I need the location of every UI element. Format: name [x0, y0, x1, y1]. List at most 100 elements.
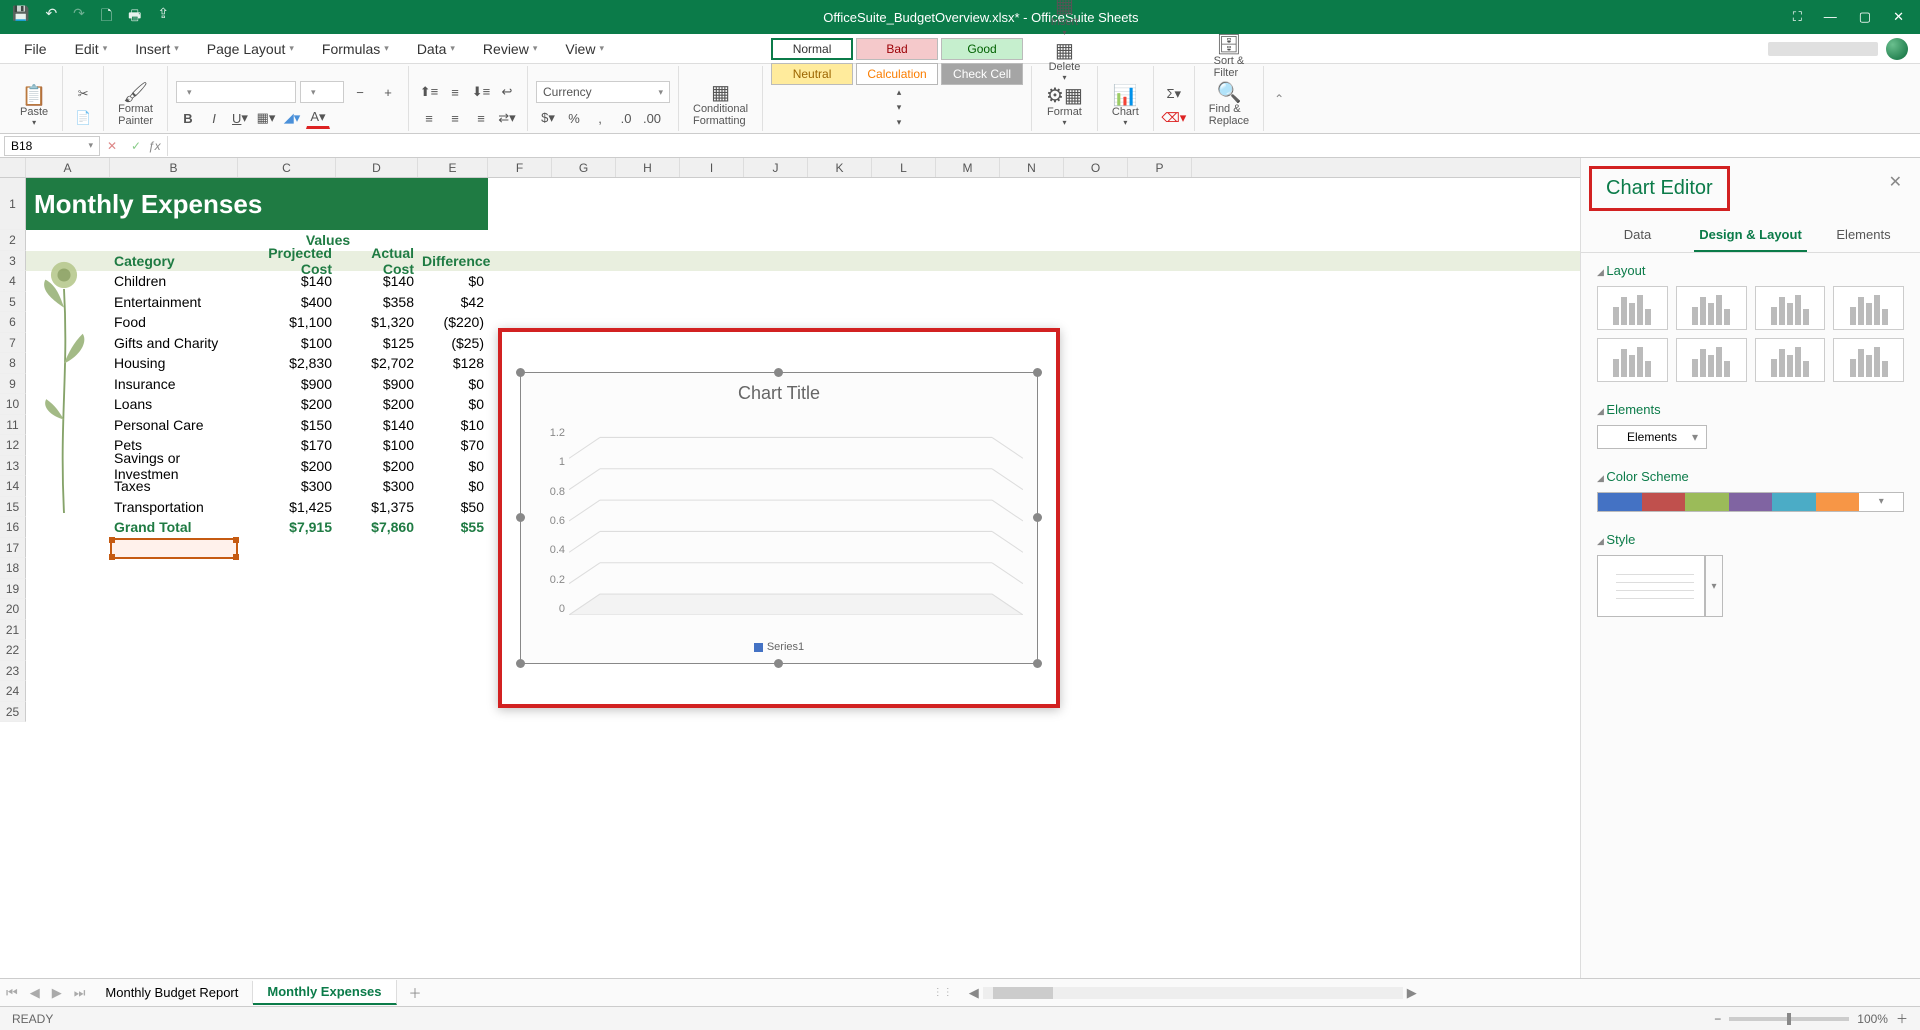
hscroll-track[interactable] [983, 987, 1403, 999]
col-header-B[interactable]: B [110, 158, 238, 177]
menu-page-layout[interactable]: Page Layout ▾ [193, 41, 308, 57]
delete-cells-button[interactable]: ▦Delete▾ [1043, 39, 1087, 84]
font-name-combo[interactable] [176, 81, 296, 103]
col-header-J[interactable]: J [744, 158, 808, 177]
selected-cell[interactable] [110, 538, 238, 559]
save-icon[interactable]: 💾 [12, 5, 29, 29]
layout-thumb[interactable] [1597, 338, 1668, 382]
avatar[interactable] [1886, 38, 1908, 60]
color-swatch[interactable] [1642, 493, 1686, 511]
col-header-P[interactable]: P [1128, 158, 1192, 177]
row-header[interactable]: 22 [0, 640, 26, 661]
font-color-button[interactable]: A▾ [306, 107, 330, 129]
align-left-icon[interactable]: ≡ [417, 107, 441, 129]
menu-insert[interactable]: Insert ▾ [121, 41, 193, 57]
align-right-icon[interactable]: ≡ [469, 107, 493, 129]
row-header[interactable]: 15 [0, 497, 26, 518]
col-header-D[interactable]: D [336, 158, 418, 177]
color-swatch[interactable] [1729, 493, 1773, 511]
row-header[interactable]: 23 [0, 661, 26, 682]
accept-formula-icon[interactable]: ✓ [124, 139, 148, 153]
layout-thumb[interactable] [1597, 286, 1668, 330]
row-header[interactable]: 13 [0, 456, 26, 477]
sheet-nav-last-icon[interactable]: ⏭ [68, 985, 92, 1001]
row-header[interactable]: 24 [0, 681, 26, 702]
minimize-icon[interactable]: ― [1824, 9, 1837, 25]
style-check-cell[interactable]: Check Cell [941, 63, 1023, 85]
row-header[interactable]: 19 [0, 579, 26, 600]
col-header-M[interactable]: M [936, 158, 1000, 177]
hscroll-grip-icon[interactable]: ⋮⋮ [933, 987, 953, 998]
add-sheet-icon[interactable]: ＋ [397, 983, 434, 1002]
color-scheme-dropdown-icon[interactable]: ▾ [1859, 493, 1903, 511]
layout-thumb[interactable] [1833, 338, 1904, 382]
currency-icon[interactable]: $▾ [536, 107, 560, 129]
font-size-combo[interactable] [300, 81, 344, 103]
fill-color-button[interactable]: ◢▾ [280, 107, 304, 129]
section-color-scheme[interactable]: Color Scheme [1597, 469, 1904, 484]
col-header-H[interactable]: H [616, 158, 680, 177]
styles-up-icon[interactable]: ▴ [887, 85, 911, 99]
elements-dropdown[interactable]: Elements [1597, 425, 1707, 449]
panel-close-icon[interactable]: ✕ [1889, 172, 1902, 192]
italic-button[interactable]: I [202, 107, 226, 129]
merge-icon[interactable]: ⇄▾ [495, 107, 519, 129]
row-header[interactable]: 8 [0, 353, 26, 374]
menu-data[interactable]: Data ▾ [403, 41, 469, 57]
clear-icon[interactable]: ⌫▾ [1162, 107, 1186, 129]
formula-input[interactable] [167, 136, 1920, 156]
cut-icon[interactable]: ✂ [71, 83, 95, 105]
fx-icon[interactable]: ƒx [148, 139, 167, 153]
redo-icon[interactable]: ↷ [73, 5, 85, 29]
align-top-icon[interactable]: ⬆≡ [417, 81, 441, 103]
row-header[interactable]: 6 [0, 312, 26, 333]
col-header-G[interactable]: G [552, 158, 616, 177]
col-header-L[interactable]: L [872, 158, 936, 177]
autosum-icon[interactable]: Σ▾ [1162, 83, 1186, 105]
print-icon[interactable]: 🖶 [128, 5, 141, 29]
hscroll-left-icon[interactable]: ◀ [965, 985, 983, 1001]
cancel-formula-icon[interactable]: ✕ [100, 139, 124, 153]
percent-icon[interactable]: % [562, 107, 586, 129]
menu-formulas[interactable]: Formulas ▾ [308, 41, 403, 57]
align-middle-icon[interactable]: ≡ [443, 81, 467, 103]
hscroll-right-icon[interactable]: ▶ [1403, 985, 1421, 1001]
number-format-combo[interactable]: Currency [536, 81, 670, 103]
section-elements[interactable]: Elements [1597, 402, 1904, 417]
section-style[interactable]: Style [1597, 532, 1904, 547]
menu-edit[interactable]: Edit ▾ [61, 41, 122, 57]
color-swatch[interactable] [1598, 493, 1642, 511]
row-header[interactable]: 11 [0, 415, 26, 436]
layout-thumb[interactable] [1755, 338, 1826, 382]
fullscreen-icon[interactable]: ⛶ [1793, 9, 1802, 25]
styles-down-icon[interactable]: ▾ [887, 100, 911, 114]
increase-decimal-icon[interactable]: .00 [640, 107, 664, 129]
style-dropdown-icon[interactable]: ▾ [1705, 555, 1723, 617]
col-header-I[interactable]: I [680, 158, 744, 177]
spreadsheet-grid[interactable]: ABCDEFGHIJKLMNOP 1 Monthly Expenses 2Val… [0, 158, 1580, 978]
column-headers[interactable]: ABCDEFGHIJKLMNOP [0, 158, 1580, 178]
col-header-N[interactable]: N [1000, 158, 1064, 177]
paste-button[interactable]: 📋Paste▾ [14, 84, 54, 129]
chart-plot-area[interactable] [569, 427, 1023, 615]
style-neutral[interactable]: Neutral [771, 63, 853, 85]
chart-object[interactable]: Chart Title 1.210.80.60.40.20 [520, 372, 1038, 664]
format-cells-button[interactable]: ⚙▦Format▾ [1040, 84, 1089, 129]
style-calculation[interactable]: Calculation [856, 63, 938, 85]
color-swatch[interactable] [1772, 493, 1816, 511]
menu-review[interactable]: Review ▾ [469, 41, 551, 57]
name-box[interactable]: B18 [4, 136, 100, 156]
col-header-E[interactable]: E [418, 158, 488, 177]
row-header[interactable]: 14 [0, 476, 26, 497]
sheet-nav-next-icon[interactable]: ▶ [46, 985, 68, 1001]
comma-icon[interactable]: , [588, 107, 612, 129]
hscroll-thumb[interactable] [993, 987, 1053, 999]
style-bad[interactable]: Bad [856, 38, 938, 60]
row-header[interactable]: 10 [0, 394, 26, 415]
chart-title[interactable]: Chart Title [521, 373, 1037, 404]
style-normal[interactable]: Normal [771, 38, 853, 60]
row-header[interactable]: 21 [0, 620, 26, 641]
col-header-C[interactable]: C [238, 158, 336, 177]
row-header[interactable]: 4 [0, 271, 26, 292]
row-header[interactable]: 9 [0, 374, 26, 395]
